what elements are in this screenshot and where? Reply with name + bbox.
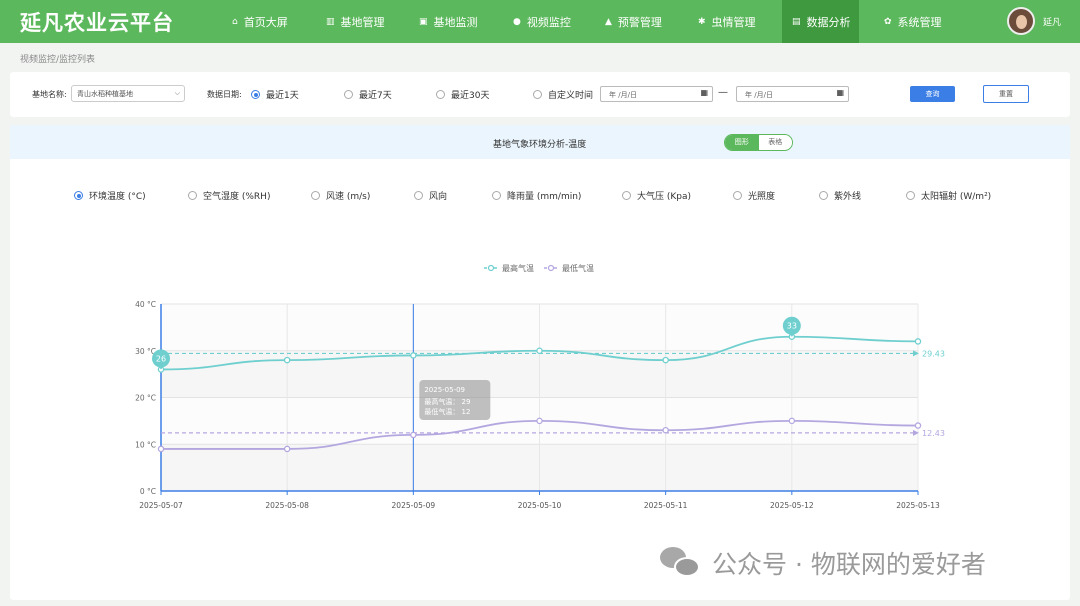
x-tick-label: 2025-05-09 — [392, 501, 436, 510]
tooltip-date: 2025-05-09 — [424, 386, 465, 394]
watermark: 公众号 · 物联网的爱好者 — [660, 545, 986, 581]
tooltip-line: 最低气温： 12 — [424, 407, 470, 416]
data-point — [788, 417, 796, 425]
x-tick-label: 2025-05-13 — [896, 501, 940, 510]
x-tick-label: 2025-05-08 — [265, 501, 309, 510]
data-point — [536, 417, 543, 425]
x-tick-label: 2025-05-11 — [644, 501, 688, 510]
x-tick-label: 2025-05-10 — [518, 501, 562, 510]
data-point — [536, 347, 543, 354]
average-label-0: 29.43 — [922, 349, 945, 358]
data-point — [914, 338, 922, 345]
data-point — [662, 426, 669, 434]
min-marker-label: 26 — [156, 354, 166, 363]
legend-marker-1 — [547, 264, 555, 272]
temperature-line-chart: 0 °C 10 °C 20 °C 30 °C 40 °C 2025-05-07 2025-0… — [135, 263, 945, 510]
tooltip-line: 最高气温： 29 — [424, 397, 470, 406]
legend-marker-0 — [487, 264, 495, 272]
y-tick-label: 0 °C — [140, 487, 156, 496]
legend-label-1: 最低气温 — [562, 263, 594, 273]
x-tick-label: 2025-05-12 — [770, 501, 814, 510]
y-tick-label: 20 °C — [135, 394, 156, 403]
data-point — [157, 445, 165, 453]
data-point — [283, 356, 291, 364]
y-tick-label: 40 °C — [135, 300, 156, 309]
legend-label-0: 最高气温 — [502, 263, 534, 273]
wechat-icon — [660, 547, 702, 579]
data-point — [410, 352, 417, 359]
data-point — [410, 431, 417, 439]
x-tick-label: 2025-05-07 — [139, 501, 183, 510]
data-point — [914, 422, 922, 429]
y-tick-label: 30 °C — [135, 347, 156, 356]
data-point — [662, 356, 669, 364]
average-label-1: 12.43 — [922, 429, 945, 438]
data-point — [283, 445, 291, 453]
y-tick-label: 10 °C — [135, 440, 156, 449]
max-marker-label: 33 — [787, 322, 797, 331]
